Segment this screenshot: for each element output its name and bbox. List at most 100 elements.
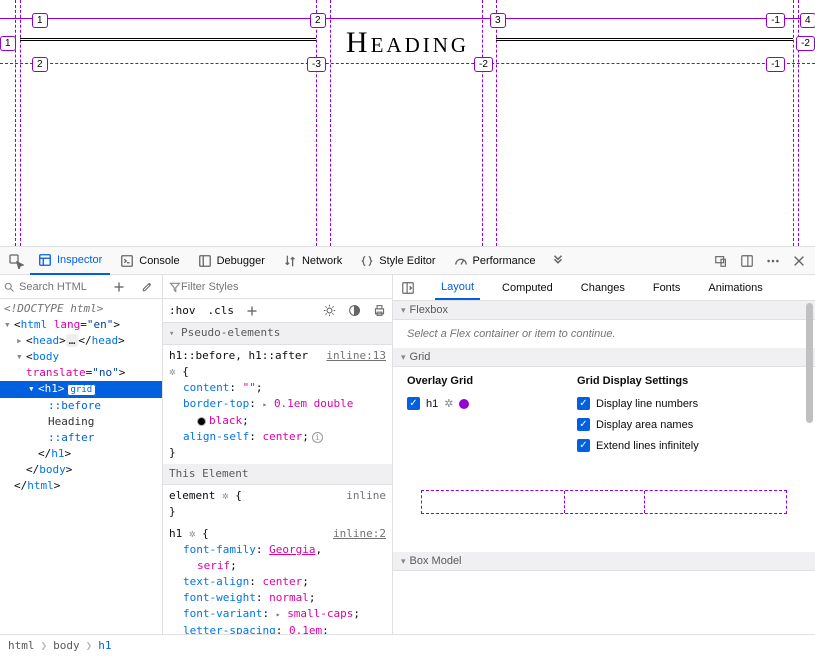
rules-toolbar: :hov .cls: [163, 299, 392, 323]
hov-toggle[interactable]: :hov: [169, 304, 196, 317]
css-prop[interactable]: font-family: Georgia,: [169, 542, 386, 558]
layout-tab-changes[interactable]: Changes: [575, 277, 631, 299]
close-icon[interactable]: [787, 249, 811, 273]
gear-icon[interactable]: ✲: [444, 397, 453, 410]
layout-tab-fonts[interactable]: Fonts: [647, 277, 687, 299]
setting-area-names[interactable]: ✓Display area names: [577, 418, 699, 431]
layout-tab-animations[interactable]: Animations: [702, 277, 768, 299]
dom-body-attr[interactable]: translate="no">: [0, 365, 162, 381]
light-scheme-icon[interactable]: [323, 304, 336, 317]
css-prop[interactable]: letter-spacing: 0.1em;: [169, 623, 386, 634]
rules-body[interactable]: ▾ Pseudo-elements h1::before, h1::afteri…: [163, 323, 392, 634]
overlay-grid-item[interactable]: ✓ h1 ✲: [407, 397, 557, 410]
dom-body-close[interactable]: </body>: [0, 462, 162, 478]
grid-number: 4: [800, 13, 815, 28]
chevron-right-icon: ❯: [41, 639, 48, 652]
checkbox-checked[interactable]: ✓: [577, 418, 590, 431]
add-rule-icon[interactable]: [246, 305, 258, 317]
sidebar-toggle-icon[interactable]: [397, 281, 419, 295]
checkbox-checked[interactable]: ✓: [407, 397, 420, 410]
responsive-mode-icon[interactable]: [709, 249, 733, 273]
dom-panel: <!DOCTYPE html> ▾<html lang="en"> ▸<head…: [0, 275, 163, 634]
dom-search-bar: [0, 275, 162, 299]
crumb-html[interactable]: html: [8, 639, 35, 652]
tab-style-editor[interactable]: Style Editor: [352, 247, 443, 275]
source-link[interactable]: inline:13: [326, 348, 386, 364]
css-prop[interactable]: font-variant: ▸ small-caps;: [169, 606, 386, 623]
filter-input[interactable]: [181, 281, 386, 293]
info-icon[interactable]: i: [312, 432, 323, 443]
element-picker-icon[interactable]: [4, 249, 28, 273]
layout-body[interactable]: ▾Flexbox Select a Flex container or item…: [393, 301, 815, 634]
css-prop[interactable]: align-self: center;i: [169, 429, 386, 445]
css-prop[interactable]: serif;: [169, 558, 386, 574]
cls-toggle[interactable]: .cls: [208, 304, 235, 317]
section-this-element[interactable]: This Element: [163, 464, 392, 485]
add-element-icon[interactable]: [107, 275, 131, 299]
dom-h1-selected[interactable]: ▾<h1>grid: [0, 381, 162, 398]
layout-tabs: Layout Computed Changes Fonts Animations: [393, 275, 815, 301]
dom-html[interactable]: ▾<html lang="en">: [0, 317, 162, 333]
flexbox-section[interactable]: ▾Flexbox: [393, 301, 815, 320]
tab-inspector[interactable]: Inspector: [30, 247, 110, 275]
grid-col-line: [330, 0, 331, 246]
css-prop[interactable]: border-top: ▸ 0.1em double: [169, 396, 386, 413]
tab-performance[interactable]: Performance: [446, 247, 544, 275]
print-media-icon[interactable]: [373, 304, 386, 317]
tab-console[interactable]: Console: [112, 247, 187, 275]
checkbox-checked[interactable]: ✓: [577, 397, 590, 410]
dom-doctype[interactable]: <!DOCTYPE html>: [0, 301, 162, 317]
css-prop[interactable]: text-align: center;: [169, 574, 386, 590]
crumb-body[interactable]: body: [53, 639, 80, 652]
css-prop[interactable]: font-weight: normal;: [169, 590, 386, 606]
grid-number: 1: [0, 36, 16, 51]
dom-tree[interactable]: <!DOCTYPE html> ▾<html lang="en"> ▸<head…: [0, 299, 162, 634]
dom-head[interactable]: ▸<head>…</head>: [0, 333, 162, 349]
tab-label: Style Editor: [379, 255, 435, 267]
css-prop[interactable]: black;: [169, 413, 386, 429]
scrollbar[interactable]: [806, 303, 813, 423]
grid-col-line: [316, 0, 317, 246]
setting-extend-lines[interactable]: ✓Extend lines infinitely: [577, 439, 699, 452]
dock-icon[interactable]: [735, 249, 759, 273]
section-pseudo[interactable]: ▾ Pseudo-elements: [163, 323, 392, 345]
dom-html-close[interactable]: </html>: [0, 478, 162, 494]
dark-scheme-icon[interactable]: [348, 304, 361, 317]
overflow-tabs-icon[interactable]: [546, 249, 570, 273]
setting-line-numbers[interactable]: ✓Display line numbers: [577, 397, 699, 410]
tab-label: Inspector: [57, 254, 102, 266]
grid-color-swatch[interactable]: [459, 399, 469, 409]
grid-col-line: [482, 0, 483, 246]
crumb-h1[interactable]: h1: [98, 639, 111, 652]
dom-text-node[interactable]: Heading: [0, 414, 162, 430]
eyedropper-icon[interactable]: [135, 275, 159, 299]
dom-pseudo-after[interactable]: ::after: [0, 430, 162, 446]
selector-options-icon[interactable]: ✲: [169, 365, 176, 378]
tab-debugger[interactable]: Debugger: [190, 247, 273, 275]
source-link[interactable]: inline:2: [333, 526, 386, 542]
meatball-menu-icon[interactable]: [761, 249, 785, 273]
dom-h1-close[interactable]: </h1>: [0, 446, 162, 462]
tab-label: Console: [139, 255, 179, 267]
search-input[interactable]: [19, 281, 103, 293]
heading-text: Heading: [346, 26, 469, 60]
dom-body[interactable]: ▾<body: [0, 349, 162, 365]
dom-pseudo-before[interactable]: ::before: [0, 398, 162, 414]
grid-section[interactable]: ▾Grid: [393, 348, 815, 367]
box-model-section[interactable]: ▾Box Model: [393, 552, 815, 571]
grid-badge[interactable]: grid: [67, 384, 97, 396]
layout-tab-computed[interactable]: Computed: [496, 277, 559, 299]
layout-tab-layout[interactable]: Layout: [435, 276, 480, 300]
source-link[interactable]: inline: [346, 488, 386, 504]
selector-options-icon[interactable]: ✲: [189, 527, 196, 540]
css-prop[interactable]: content: "";: [169, 380, 386, 396]
debugger-icon: [198, 254, 212, 268]
grid-number: 1: [32, 13, 48, 28]
tab-label: Performance: [473, 255, 536, 267]
tab-network[interactable]: Network: [275, 247, 350, 275]
selector-options-icon[interactable]: ✲: [222, 489, 229, 502]
color-swatch[interactable]: [197, 417, 206, 426]
overlay-grid-header: Overlay Grid: [407, 375, 557, 387]
grid-col-line: [496, 0, 497, 246]
checkbox-checked[interactable]: ✓: [577, 439, 590, 452]
